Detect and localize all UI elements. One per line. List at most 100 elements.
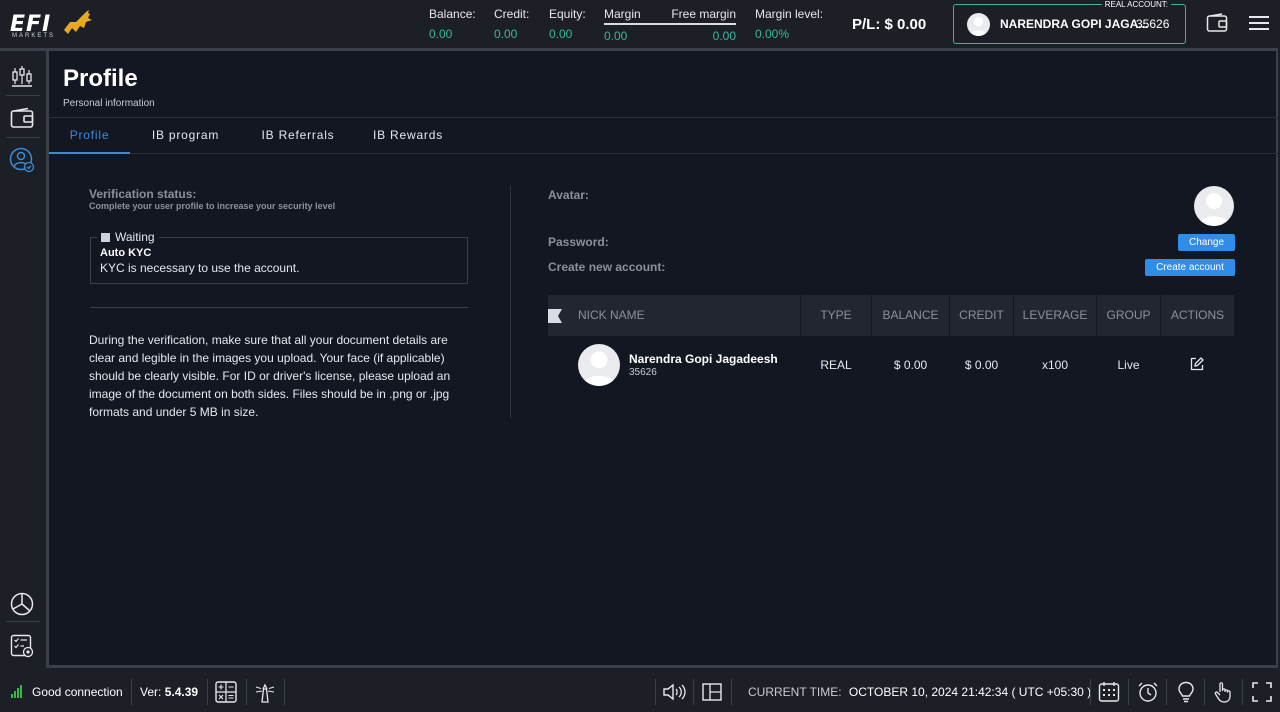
hand-pointer-icon (1214, 682, 1231, 703)
sidebar-item-wallet[interactable] (9, 105, 35, 131)
create-account-button[interactable]: Create account (1145, 259, 1235, 276)
header-nick-name: NICK NAME (578, 308, 645, 322)
current-time-value: OCTOBER 10, 2024 21:42:34 ( UTC +05:30 ) (848, 685, 1092, 699)
margin-group: Margin Free margin 0.00 0.00 (604, 7, 736, 43)
wallet-icon[interactable] (1206, 13, 1228, 33)
lightbulb-icon (1178, 681, 1194, 703)
sidebar-item-trading[interactable] (9, 63, 35, 89)
user-profile-icon (9, 147, 35, 173)
avatar-label: Avatar: (548, 188, 589, 202)
version-label: Ver: (140, 685, 162, 699)
column-divider (510, 185, 511, 418)
credit-stat: Credit: 0.00 (494, 7, 529, 41)
pl-value: $ 0.00 (884, 16, 927, 33)
calendar-button[interactable] (1097, 680, 1121, 704)
checklist-settings-icon (10, 634, 34, 658)
sidebar-item-analytics[interactable] (9, 591, 35, 617)
alarm-button[interactable] (1136, 680, 1160, 704)
balance-value: 0.00 (429, 27, 453, 41)
change-password-button[interactable]: Change (1178, 234, 1235, 251)
page-title: Profile (63, 65, 138, 92)
current-time-display: CURRENT TIME: OCTOBER 10, 2024 21:42:34 … (748, 685, 1091, 699)
equity-stat: Equity: 0.00 (549, 7, 586, 41)
account-name: NARENDRA GOPI JAGA... (1000, 17, 1149, 31)
pl-display: P/L: $ 0.00 (852, 16, 926, 33)
user-silhouette-icon (582, 351, 616, 386)
tab-profile[interactable]: Profile (49, 118, 130, 154)
flag-icon (548, 309, 562, 323)
kyc-status-text: Waiting (115, 230, 155, 244)
balance-label: Balance: (429, 7, 476, 21)
profile-avatar[interactable] (1194, 186, 1234, 226)
candlestick-chart-icon (12, 66, 32, 87)
user-silhouette-icon (1198, 193, 1230, 226)
table-header: NICK NAME TYPE BALANCE CREDIT LEVERAGE G… (548, 295, 1234, 336)
wallet-icon (10, 107, 34, 128)
sidebar-item-settings[interactable] (9, 633, 35, 659)
free-margin-label: Free margin (671, 7, 736, 21)
divider (90, 307, 468, 308)
left-sidebar (0, 48, 46, 668)
user-silhouette-icon (969, 17, 988, 36)
hamburger-menu-icon[interactable] (1249, 14, 1269, 32)
account-row-avatar (578, 344, 620, 386)
layout-button[interactable] (700, 680, 724, 704)
table-row: Narendra Gopi Jagadeesh 35626 REAL $ 0.0… (548, 336, 1234, 394)
page-subtitle: Personal information (63, 98, 155, 109)
kyc-status-box: Waiting Auto KYC KYC is necessary to use… (90, 230, 468, 284)
calculator-button[interactable] (214, 680, 238, 704)
row-group: Live (1117, 358, 1140, 372)
sound-toggle[interactable] (662, 680, 686, 704)
credit-value: 0.00 (494, 27, 518, 41)
bottom-status-bar: Good connection Ver: 5.4.39 CURRENT TIME… (0, 671, 1280, 712)
account-avatar (967, 13, 990, 36)
fullscreen-button[interactable] (1250, 680, 1274, 704)
fullscreen-icon (1252, 682, 1272, 702)
layout-icon (702, 683, 722, 701)
create-account-label: Create new account: (548, 260, 666, 274)
current-time-label: CURRENT TIME: (748, 685, 842, 699)
tips-button[interactable] (1174, 680, 1198, 704)
row-type: REAL (820, 358, 852, 372)
header-group: GROUP (1106, 308, 1151, 322)
version-display: Ver: 5.4.39 (140, 685, 198, 699)
accounts-table: NICK NAME TYPE BALANCE CREDIT LEVERAGE G… (548, 295, 1234, 394)
tab-ib-rewards[interactable]: IB Rewards (369, 118, 447, 154)
brand-logo[interactable]: EFI MARKETS (10, 10, 94, 40)
row-leverage: x100 (1041, 358, 1069, 372)
one-click-trading-button[interactable] (1211, 680, 1235, 704)
edit-icon[interactable] (1190, 357, 1204, 371)
main-panel: Profile Personal information Profile IB … (46, 48, 1278, 668)
signals-button[interactable] (253, 680, 277, 704)
pl-label: P/L: (852, 16, 881, 33)
margin-label: Margin (604, 7, 641, 21)
margin-level-value: 0.00% (755, 27, 790, 41)
version-number: 5.4.39 (164, 685, 199, 699)
tab-bar: Profile IB program IB Referrals IB Rewar… (49, 117, 1278, 154)
connection-status: Good connection (32, 685, 123, 699)
verification-instructions: During the verification, make sure that … (89, 333, 451, 419)
password-label: Password: (548, 235, 609, 249)
account-selector[interactable]: REAL ACCOUNT: NARENDRA GOPI JAGA... 3562… (953, 0, 1186, 44)
margin-value: 0.00 (604, 29, 628, 43)
signal-strength-icon (11, 685, 22, 698)
header-leverage: LEVERAGE (1022, 308, 1088, 322)
row-account-number: 35626 (629, 367, 657, 378)
balance-stat: Balance: 0.00 (429, 7, 476, 41)
tab-ib-referrals[interactable]: IB Referrals (255, 118, 341, 154)
credit-label: Credit: (494, 7, 530, 21)
status-square-icon (101, 232, 110, 242)
pie-chart-icon (10, 592, 34, 616)
alarm-clock-icon (1138, 682, 1158, 702)
account-type-label: REAL ACCOUNT: (1101, 0, 1171, 9)
sidebar-item-profile[interactable] (9, 147, 35, 173)
row-balance: $ 0.00 (893, 358, 928, 372)
tab-ib-program[interactable]: IB program (147, 118, 224, 154)
kyc-status: Waiting (97, 230, 159, 244)
kyc-name: Auto KYC (100, 247, 152, 259)
lighthouse-icon (255, 683, 275, 703)
margin-level-label: Margin level: (755, 7, 824, 21)
row-account-name: Narendra Gopi Jagadeesh (629, 352, 778, 366)
account-number: 35626 (1136, 17, 1170, 31)
logo-subtext: MARKETS (12, 33, 56, 39)
